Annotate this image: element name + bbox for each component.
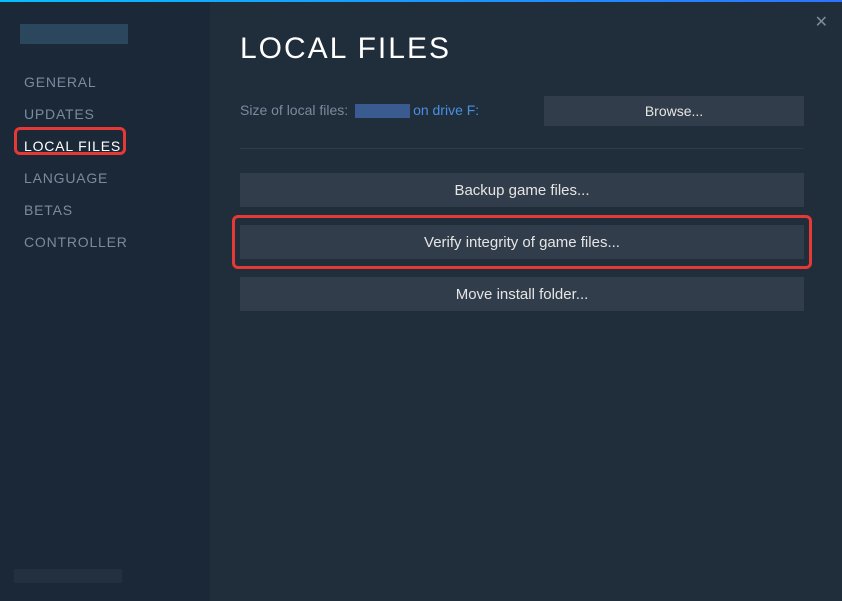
size-text-block: Size of local files: on drive F: <box>240 102 479 120</box>
sidebar-item-local-files-wrapper: LOCAL FILES <box>0 130 210 162</box>
sidebar-header-placeholder <box>20 24 128 44</box>
sidebar-item-local-files[interactable]: LOCAL FILES <box>0 130 210 162</box>
close-icon[interactable]: ✕ <box>815 12 828 32</box>
size-label: Size of local files: <box>240 102 352 118</box>
sidebar-item-updates[interactable]: UPDATES <box>0 98 210 130</box>
size-row: Size of local files: on drive F: Browse.… <box>240 96 804 126</box>
sidebar-item-controller[interactable]: CONTROLLER <box>0 226 210 258</box>
size-value-hidden <box>355 104 410 118</box>
divider <box>240 148 804 149</box>
main-panel: ✕ LOCAL FILES Size of local files: on dr… <box>210 2 842 601</box>
drive-link[interactable]: on drive F: <box>413 102 479 118</box>
sidebar: GENERAL UPDATES LOCAL FILES LANGUAGE BET… <box>0 2 210 601</box>
sidebar-item-language[interactable]: LANGUAGE <box>0 162 210 194</box>
verify-button-wrapper: Verify integrity of game files... <box>240 225 804 259</box>
sidebar-item-betas[interactable]: BETAS <box>0 194 210 226</box>
container: GENERAL UPDATES LOCAL FILES LANGUAGE BET… <box>0 2 842 601</box>
backup-button[interactable]: Backup game files... <box>240 173 804 207</box>
browse-button[interactable]: Browse... <box>544 96 804 126</box>
verify-button[interactable]: Verify integrity of game files... <box>240 225 804 259</box>
page-title: LOCAL FILES <box>240 32 804 66</box>
sidebar-footer-placeholder <box>14 569 122 583</box>
move-folder-button[interactable]: Move install folder... <box>240 277 804 311</box>
sidebar-item-general[interactable]: GENERAL <box>0 66 210 98</box>
